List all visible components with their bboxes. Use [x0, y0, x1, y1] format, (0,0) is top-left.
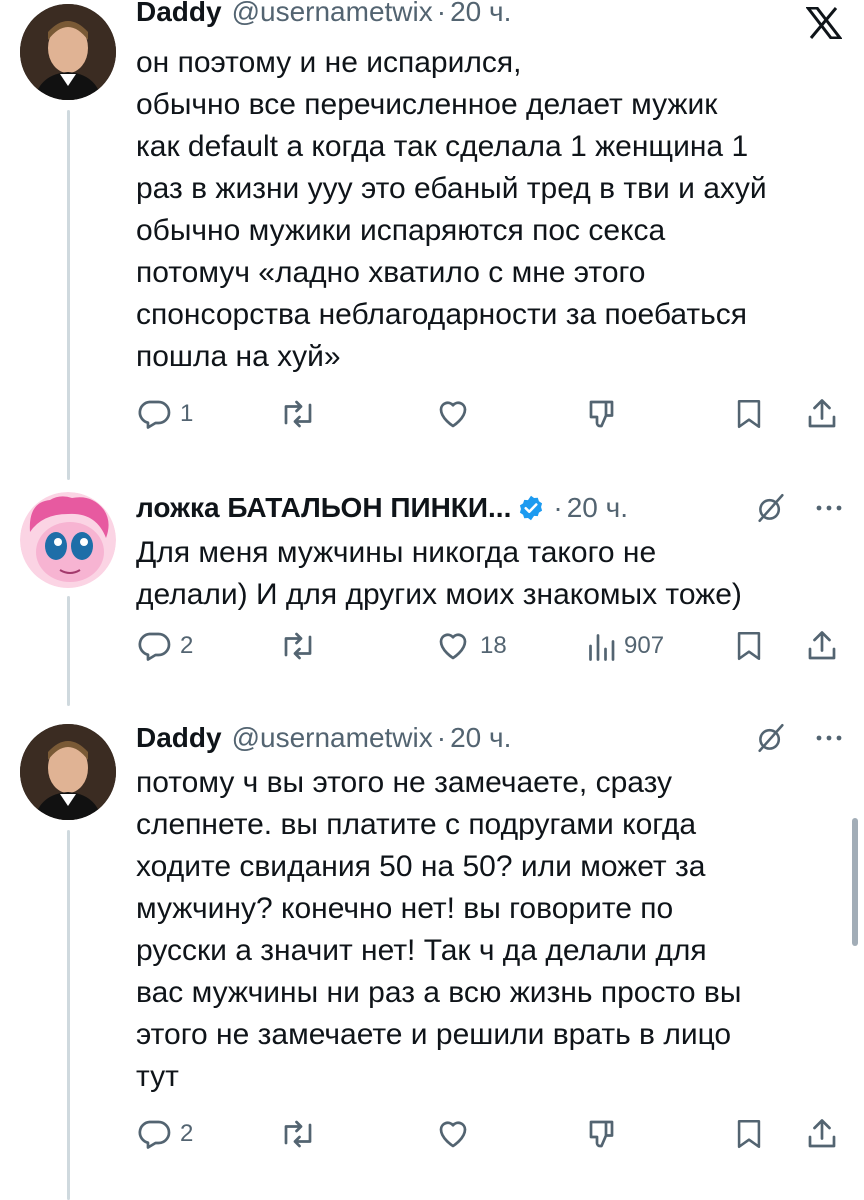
views-button[interactable]: 907	[586, 628, 664, 664]
like-button[interactable]	[434, 396, 472, 432]
timestamp[interactable]: 20 ч.	[450, 0, 511, 32]
tweet-text: он поэтому и не испарился, обычно все пе…	[136, 42, 840, 378]
dislike-button[interactable]	[584, 1116, 622, 1152]
share-button[interactable]	[804, 628, 840, 664]
tweet-line: ходите свидания 50 на 50? или может за	[136, 850, 706, 883]
reply-count: 1	[180, 400, 194, 427]
tweet-header: Daddy @usernametwix · 20 ч.	[136, 0, 844, 32]
tweet-line: Для меня мужчины никогда такого не	[136, 536, 657, 569]
reply-button[interactable]: 2	[136, 1116, 193, 1152]
tweet-line: раз в жизни ууу это ебаный тред в тви и …	[136, 172, 767, 205]
tweet-line: делали) И для других моих знакомых тоже)	[136, 578, 742, 611]
tweet-line: спонсорства неблагодарности за поебаться	[136, 298, 747, 331]
author-handle[interactable]: @usernametwix	[232, 0, 433, 32]
share-icon	[808, 1119, 836, 1148]
author-name[interactable]: Daddy	[136, 718, 222, 758]
tweet-text: потому ч вы этого не замечаете, сразу сл…	[136, 762, 840, 1098]
action-bar: 2 18 907	[136, 626, 844, 666]
grok-icon[interactable]	[754, 721, 788, 755]
tweet-line: потому ч вы этого не замечаете, сразу	[136, 766, 673, 799]
tweet-line: пошла на хуй»	[136, 340, 341, 373]
verified-badge-icon	[520, 495, 543, 521]
bookmark-icon	[737, 399, 761, 429]
views-icon	[589, 634, 615, 661]
like-button[interactable]: 18	[434, 628, 507, 664]
author-name[interactable]: Daddy	[136, 0, 222, 32]
tweet[interactable]: Daddy @usernametwix · 20 ч. потому ч вы …	[0, 714, 864, 1200]
tweet-header: ложка БАТАЛЬОН ПИНКИ... · 20 ч.	[136, 488, 844, 528]
dislike-button[interactable]	[584, 396, 622, 432]
tweet[interactable]: Daddy @usernametwix · 20 ч. он поэтому и…	[0, 0, 864, 470]
bookmark-button[interactable]	[732, 628, 766, 664]
reply-count: 2	[180, 1120, 194, 1147]
action-bar: 2	[136, 1114, 844, 1154]
timestamp[interactable]: 20 ч.	[567, 488, 628, 528]
retweet-icon	[284, 400, 312, 428]
share-button[interactable]	[804, 396, 840, 432]
author-handle[interactable]: @usernametwix	[232, 718, 433, 758]
author-name[interactable]: ложка БАТАЛЬОН ПИНКИ...	[136, 488, 511, 528]
tweet-line: тут	[136, 1060, 179, 1093]
tweet-line: этого не замечаете и решили врать в лицо	[136, 1018, 732, 1051]
avatar[interactable]	[20, 4, 116, 100]
bookmark-button[interactable]	[732, 1116, 766, 1152]
timestamp[interactable]: 20 ч.	[450, 718, 511, 758]
like-button[interactable]	[434, 1116, 472, 1152]
retweet-button[interactable]	[278, 628, 318, 664]
dislike-icon	[589, 400, 614, 428]
share-button[interactable]	[804, 1116, 840, 1152]
tweet-line: как default а когда так сделала 1 женщин…	[136, 130, 749, 163]
action-bar: 1	[136, 394, 844, 434]
separator-dot: ·	[436, 722, 447, 753]
grok-icon[interactable]	[754, 491, 788, 525]
separator-dot: ·	[436, 0, 447, 27]
bookmark-button[interactable]	[732, 396, 766, 432]
tweet-line: русски а значит нет! Так ч да делали для	[136, 934, 707, 967]
share-icon	[808, 399, 836, 428]
scrollbar[interactable]	[852, 818, 858, 946]
like-icon	[439, 633, 467, 660]
reply-icon	[138, 400, 171, 429]
more-icon[interactable]	[814, 503, 844, 513]
reply-icon	[138, 1120, 171, 1149]
retweet-button[interactable]	[278, 1116, 318, 1152]
tweet-line: обычно все перечисленное делает мужик	[136, 88, 718, 121]
avatar[interactable]	[20, 492, 116, 588]
tweet-line: слепнете. вы платите с подругами когда	[136, 808, 697, 841]
tweet-line: обычно мужики испаряются пос секса	[136, 214, 666, 247]
retweet-icon	[284, 632, 312, 660]
reply-button[interactable]: 2	[136, 628, 193, 664]
more-icon[interactable]	[814, 733, 844, 743]
avatar[interactable]	[20, 724, 116, 820]
tweet-line: он поэтому и не испарился,	[136, 46, 522, 79]
like-count: 18	[480, 632, 507, 659]
reply-icon	[138, 632, 171, 661]
like-icon	[439, 401, 467, 428]
tweet-header-actions	[754, 488, 844, 528]
separator-dot: ·	[553, 492, 563, 523]
like-icon	[439, 1121, 467, 1148]
retweet-icon	[284, 1120, 312, 1148]
tweet[interactable]: ложка БАТАЛЬОН ПИНКИ... · 20 ч. Для меня…	[0, 480, 864, 710]
tweet-header-actions	[754, 718, 844, 758]
reply-button[interactable]: 1	[136, 396, 193, 432]
retweet-button[interactable]	[278, 396, 318, 432]
tweet-line: потомуч «ладно хватило с мне этого	[136, 256, 646, 289]
share-icon	[808, 631, 836, 660]
bookmark-icon	[737, 631, 761, 661]
tweet-text: Для меня мужчины никогда такого не делал…	[136, 532, 840, 616]
view-count: 907	[624, 632, 665, 659]
tweet-header: Daddy @usernametwix · 20 ч.	[136, 718, 844, 758]
tweet-line: вас мужчины ни раз а всю жизнь просто вы	[136, 976, 742, 1009]
reply-count: 2	[180, 632, 194, 659]
dislike-icon	[589, 1120, 614, 1148]
bookmark-icon	[737, 1119, 761, 1149]
tweet-line: мужчину? конечно нет! вы говорите по	[136, 892, 674, 925]
